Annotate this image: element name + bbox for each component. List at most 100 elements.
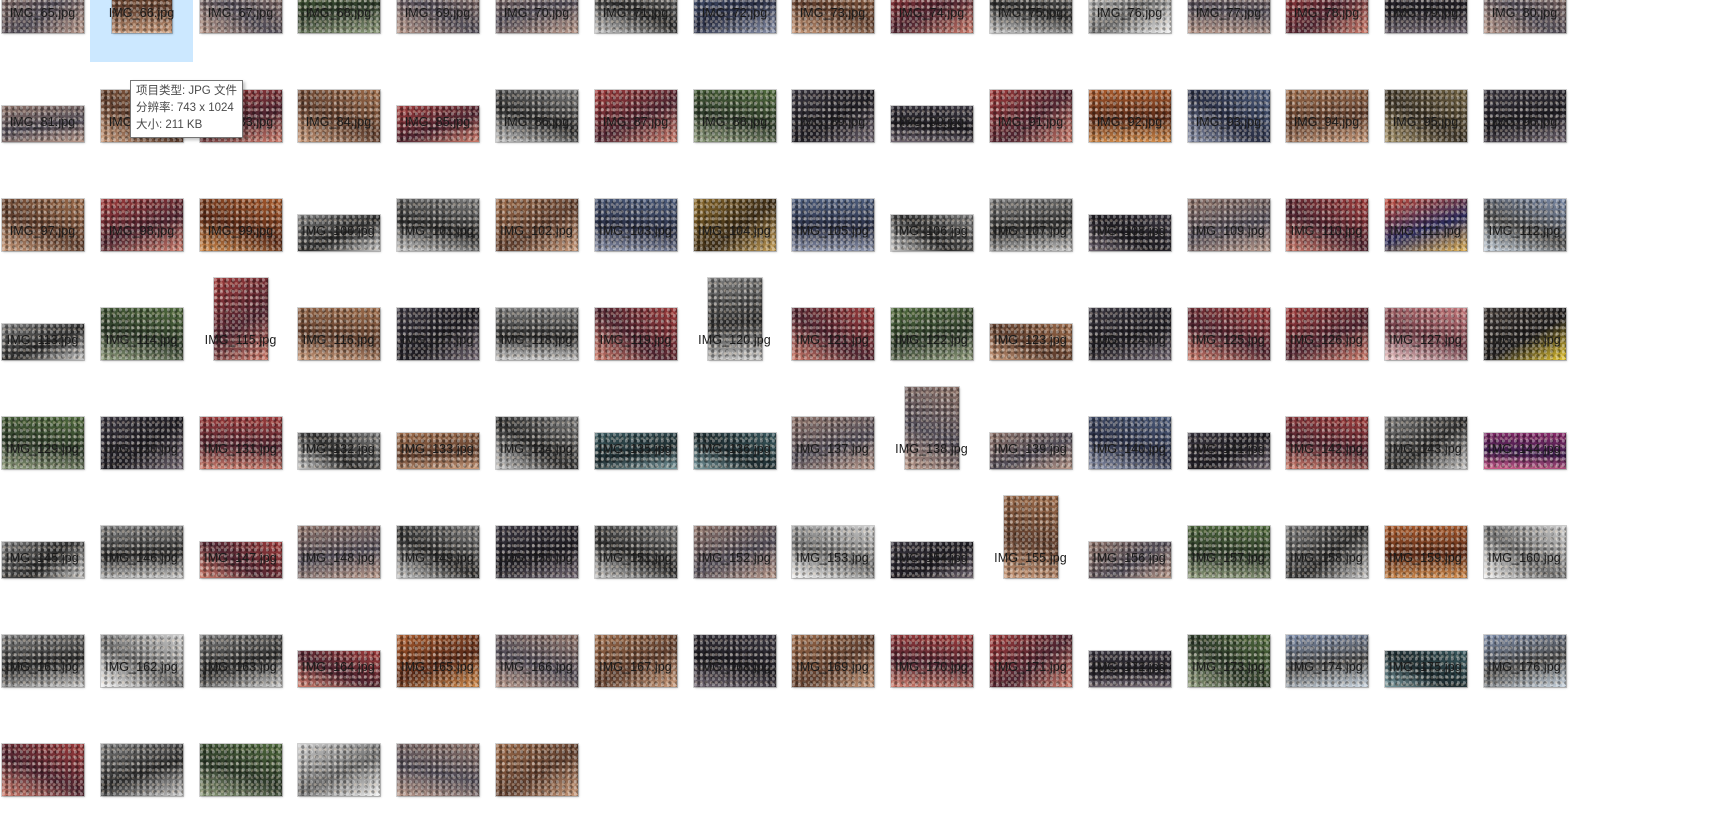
file-tile[interactable]: IMG_121.jpg bbox=[781, 274, 884, 389]
file-tile[interactable]: IMG_130.jpg bbox=[90, 383, 193, 498]
image-thumbnail[interactable] bbox=[496, 744, 578, 796]
file-tile[interactable]: IMG_95.jpg bbox=[1374, 56, 1477, 171]
file-tile[interactable]: IMG_101.jpg bbox=[386, 165, 489, 280]
file-tile[interactable]: IMG_133.jpg bbox=[386, 383, 489, 498]
file-tile[interactable]: IMG_104.jpg bbox=[683, 165, 786, 280]
file-tile[interactable]: IMG_146.jpg bbox=[90, 492, 193, 607]
file-tile[interactable]: IMG_152.jpg bbox=[683, 492, 786, 607]
file-tile[interactable]: IMG_120.jpg bbox=[683, 274, 786, 389]
file-tile[interactable]: IMG_109.jpg bbox=[1177, 165, 1280, 280]
file-tile[interactable]: IMG_92.jpg bbox=[1078, 56, 1181, 171]
file-tile[interactable]: IMG_156.jpg bbox=[1078, 492, 1181, 607]
file-tile[interactable]: IMG_176.jpg bbox=[1473, 601, 1576, 716]
file-tile[interactable]: IMG_161.jpg bbox=[0, 601, 94, 716]
file-tile[interactable]: IMG_123.jpg bbox=[979, 274, 1082, 389]
file-tile[interactable]: IMG_112.jpg bbox=[1473, 165, 1576, 280]
file-tile[interactable]: IMG_103.jpg bbox=[584, 165, 687, 280]
file-tile[interactable] bbox=[0, 710, 94, 825]
file-tile[interactable]: IMG_127.jpg bbox=[1374, 274, 1477, 389]
file-tile[interactable]: IMG_110.jpg bbox=[1275, 165, 1378, 280]
file-tile[interactable]: IMG_69.jpg bbox=[386, 0, 489, 62]
file-tile[interactable]: IMG_70.jpg bbox=[485, 0, 588, 62]
image-thumbnail[interactable] bbox=[708, 278, 762, 360]
file-tile[interactable]: IMG_85.jpg bbox=[386, 56, 489, 171]
file-tile[interactable]: IMG_175.jpg bbox=[1374, 601, 1477, 716]
file-tile[interactable]: IMG_93.jpg bbox=[1177, 56, 1280, 171]
file-tile[interactable]: IMG_91.jpg bbox=[979, 56, 1082, 171]
file-tile[interactable]: IMG_125.jpg bbox=[1177, 274, 1280, 389]
file-tile[interactable]: IMG_159.jpg bbox=[1374, 492, 1477, 607]
file-tile[interactable]: IMG_106.jpg bbox=[880, 165, 983, 280]
file-tile[interactable]: IMG_145.jpg bbox=[0, 492, 94, 607]
file-tile[interactable]: IMG_108.jpg bbox=[1078, 165, 1181, 280]
file-tile[interactable]: IMG_144.jpg bbox=[1473, 383, 1576, 498]
file-tile[interactable]: IMG_89.jpg bbox=[781, 56, 884, 171]
file-tile[interactable]: IMG_148.jpg bbox=[287, 492, 390, 607]
file-tile[interactable]: IMG_100.jpg bbox=[287, 165, 390, 280]
file-tile[interactable]: IMG_67.jpg bbox=[189, 0, 292, 62]
file-tile[interactable]: IMG_87.jpg bbox=[584, 56, 687, 171]
file-tile[interactable]: IMG_158.jpg bbox=[1275, 492, 1378, 607]
file-tile[interactable]: IMG_147.jpg bbox=[189, 492, 292, 607]
file-tile[interactable]: IMG_172.jpg bbox=[1078, 601, 1181, 716]
file-tile[interactable]: IMG_115.jpg bbox=[189, 274, 292, 389]
file-tile[interactable]: IMG_65.jpg bbox=[0, 0, 94, 62]
file-tile[interactable]: IMG_122.jpg bbox=[880, 274, 983, 389]
file-tile[interactable]: IMG_124.jpg bbox=[1078, 274, 1181, 389]
file-tile[interactable]: IMG_157.jpg bbox=[1177, 492, 1280, 607]
image-thumbnail[interactable] bbox=[214, 278, 268, 360]
file-tile[interactable]: IMG_77.jpg bbox=[1177, 0, 1280, 62]
image-thumbnail[interactable] bbox=[101, 744, 183, 796]
file-tile[interactable]: IMG_166.jpg bbox=[485, 601, 588, 716]
file-tile[interactable]: IMG_150.jpg bbox=[485, 492, 588, 607]
file-tile[interactable]: IMG_151.jpg bbox=[584, 492, 687, 607]
file-tile[interactable]: IMG_96.jpg bbox=[1473, 56, 1576, 171]
file-tile[interactable]: IMG_171.jpg bbox=[979, 601, 1082, 716]
file-tile[interactable]: IMG_137.jpg bbox=[781, 383, 884, 498]
file-tile[interactable]: IMG_142.jpg bbox=[1275, 383, 1378, 498]
file-tile[interactable]: IMG_149.jpg bbox=[386, 492, 489, 607]
image-thumbnail[interactable] bbox=[298, 744, 380, 796]
file-tile[interactable]: IMG_78.jpg bbox=[1275, 0, 1378, 62]
file-tile[interactable]: IMG_131.jpg bbox=[189, 383, 292, 498]
file-tile[interactable] bbox=[485, 710, 588, 825]
file-tile[interactable]: IMG_132.jpg bbox=[287, 383, 390, 498]
file-tile[interactable]: IMG_71.jpg bbox=[584, 0, 687, 62]
file-tile[interactable] bbox=[287, 710, 390, 825]
file-tile[interactable]: IMG_141.jpg bbox=[1177, 383, 1280, 498]
file-tile[interactable]: IMG_68.jpg bbox=[287, 0, 390, 62]
file-tile[interactable]: IMG_169.jpg bbox=[781, 601, 884, 716]
file-tile[interactable]: IMG_135.jpg bbox=[584, 383, 687, 498]
file-tile[interactable]: IMG_113.jpg bbox=[0, 274, 94, 389]
file-tile[interactable]: IMG_94.jpg bbox=[1275, 56, 1378, 171]
file-tile[interactable]: IMG_160.jpg bbox=[1473, 492, 1576, 607]
file-tile[interactable]: IMG_99.jpg bbox=[189, 165, 292, 280]
file-tile[interactable]: IMG_138.jpg bbox=[880, 383, 983, 498]
file-tile[interactable]: IMG_164.jpg bbox=[287, 601, 390, 716]
file-tile[interactable]: IMG_126.jpg bbox=[1275, 274, 1378, 389]
file-tile[interactable]: IMG_75.jpg bbox=[979, 0, 1082, 62]
file-tile[interactable]: IMG_86.jpg bbox=[485, 56, 588, 171]
file-tile[interactable]: IMG_155.jpg bbox=[979, 492, 1082, 607]
file-tile[interactable]: IMG_168.jpg bbox=[683, 601, 786, 716]
file-tile[interactable]: IMG_165.jpg bbox=[386, 601, 489, 716]
file-tile[interactable]: IMG_143.jpg bbox=[1374, 383, 1477, 498]
file-tile[interactable]: IMG_81.jpg bbox=[0, 56, 94, 171]
file-tile[interactable]: IMG_154.jpg bbox=[880, 492, 983, 607]
image-thumbnail[interactable] bbox=[1004, 496, 1058, 578]
image-thumbnail[interactable] bbox=[397, 744, 479, 796]
file-tile[interactable] bbox=[189, 710, 292, 825]
file-tile[interactable]: IMG_74.jpg bbox=[880, 0, 983, 62]
file-tile[interactable]: IMG_73.jpg bbox=[781, 0, 884, 62]
file-tile[interactable]: IMG_90.jpg bbox=[880, 56, 983, 171]
file-tile[interactable]: IMG_76.jpg bbox=[1078, 0, 1181, 62]
file-tile[interactable]: IMG_97.jpg bbox=[0, 165, 94, 280]
file-tile[interactable]: IMG_173.jpg bbox=[1177, 601, 1280, 716]
file-tile[interactable]: IMG_136.jpg bbox=[683, 383, 786, 498]
file-tile[interactable]: IMG_119.jpg bbox=[584, 274, 687, 389]
file-tile[interactable]: IMG_102.jpg bbox=[485, 165, 588, 280]
file-tile[interactable]: IMG_111.jpg bbox=[1374, 165, 1477, 280]
file-tile[interactable]: IMG_66.jpg bbox=[90, 0, 193, 62]
file-tile[interactable] bbox=[386, 710, 489, 825]
image-thumbnail[interactable] bbox=[200, 744, 282, 796]
